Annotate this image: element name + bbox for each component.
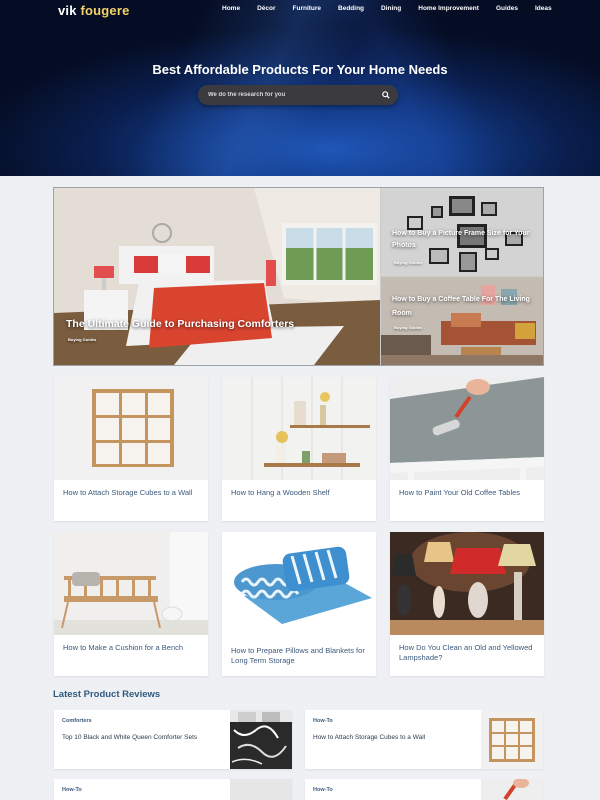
storage-cubes-thumb [481,710,543,769]
review-category[interactable]: How-To [62,787,82,793]
bedroom-image [54,188,380,365]
review-card[interactable]: How-To How to Attach Storage Cubes to a … [305,710,543,769]
pillows-blankets-image [222,532,376,635]
nav-item-home[interactable]: Home [222,5,240,12]
post-card-title: How Do You Clean an Old and Yellowed Lam… [399,643,533,662]
storage-cubes-image [54,377,208,480]
featured-side-post-2[interactable]: How to Buy a Coffee Table For The Living… [381,277,543,365]
nav-item-furniture[interactable]: Furniture [293,5,322,12]
post-card-title: How to Hang a Wooden Shelf [231,488,330,497]
hero-banner: vik fougere Home Décor Furniture Bedding… [0,0,600,176]
nav-item-ideas[interactable]: Ideas [535,5,552,12]
painting-table-image [390,377,544,480]
coffee-table-image [381,277,543,365]
logo-text-part1: vik [58,3,77,18]
review-category[interactable]: How-To [313,718,333,724]
post-card-title: How to Prepare Pillows and Blankets for … [231,646,365,665]
featured-posts: The Ultimate Guide to Purchasing Comfort… [53,187,544,366]
post-card[interactable]: How to Prepare Pillows and Blankets for … [222,532,376,676]
nav-item-dining[interactable]: Dining [381,5,401,12]
featured-main-title: The Ultimate Guide to Purchasing Comfort… [66,318,295,330]
nav-item-guides[interactable]: Guides [496,5,518,12]
post-card-title: How to Make a Cushion for a Bench [63,643,184,652]
wooden-shelf-image [222,377,376,480]
featured-side-1-title: How to Buy a Picture Frame Size for Your… [392,230,530,249]
featured-side-post-1[interactable]: How to Buy a Picture Frame Size for Your… [381,188,543,276]
main-nav: Home Décor Furniture Bedding Dining Home… [222,5,569,12]
search-input[interactable] [208,89,368,101]
featured-main-post[interactable]: The Ultimate Guide to Purchasing Comfort… [54,188,380,365]
featured-main-tag[interactable]: Buying Guides [68,337,96,342]
review-card[interactable]: How-To [305,779,543,800]
post-card[interactable]: How to Attach Storage Cubes to a Wall [54,377,208,521]
post-card[interactable]: How to Make a Cushion for a Bench [54,532,208,676]
nav-item-home-improvement[interactable]: Home Improvement [418,5,479,12]
logo-text-part2: fougere [80,3,130,18]
comforter-image [230,710,292,769]
review-category[interactable]: Comforters [62,718,92,724]
review-title: Top 10 Black and White Queen Comforter S… [62,734,198,741]
nav-item-bedding[interactable]: Bedding [338,5,364,12]
painting-thumb [481,779,543,800]
post-card-title: How to Attach Storage Cubes to a Wall [63,488,193,497]
review-title: How to Attach Storage Cubes to a Wall [313,734,426,741]
nav-item-decor[interactable]: Décor [257,5,275,12]
site-logo[interactable]: vik fougere [58,3,130,18]
review-category[interactable]: How-To [313,787,333,793]
search-bar [198,85,398,105]
hero-title: Best Affordable Products For Your Home N… [152,62,448,77]
review-card[interactable]: How-To [54,779,292,800]
post-card[interactable]: How Do You Clean an Old and Yellowed Lam… [390,532,544,676]
review-thumb [230,779,292,800]
lampshades-image [390,532,544,635]
featured-side-2-title: How to Buy a Coffee Table For The Living… [392,296,530,317]
search-icon[interactable] [382,91,390,99]
featured-side-1-tag[interactable]: Buying Guides [394,260,422,265]
bench-image [54,532,208,635]
featured-side-2-tag[interactable]: Buying Guides [394,325,422,330]
review-card[interactable]: Comforters Top 10 Black and White Queen … [54,710,292,769]
post-card[interactable]: How to Paint Your Old Coffee Tables [390,377,544,521]
post-card[interactable]: How to Hang a Wooden Shelf [222,377,376,521]
post-card-title: How to Paint Your Old Coffee Tables [399,488,521,497]
latest-reviews-heading: Latest Product Reviews [53,689,161,700]
